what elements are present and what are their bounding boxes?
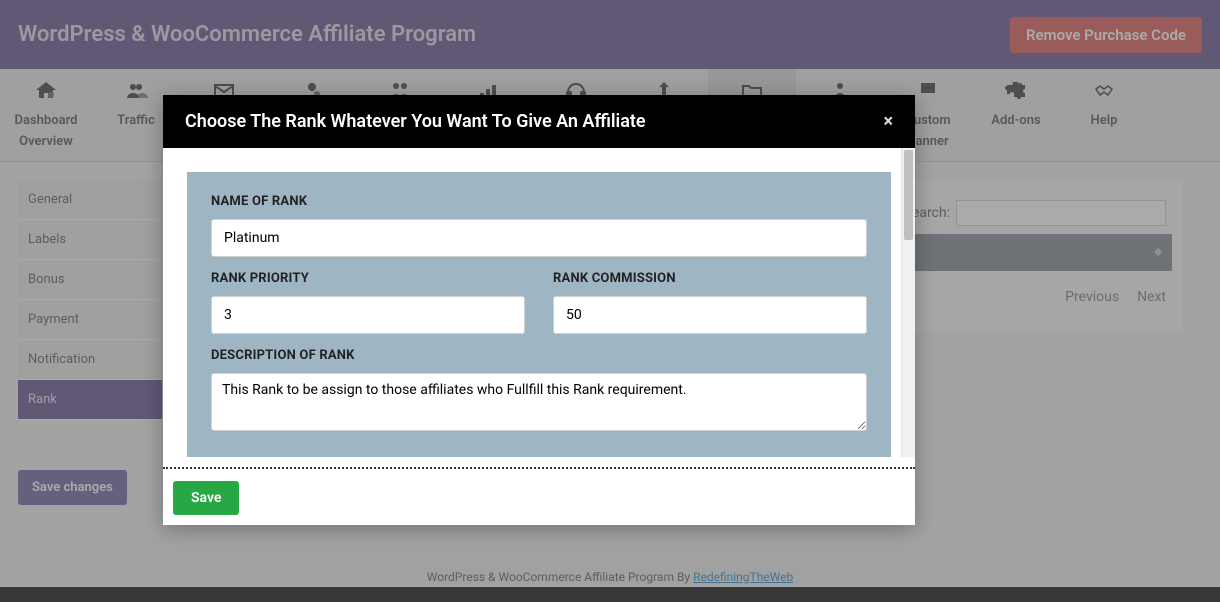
rank-commission-input[interactable] xyxy=(553,296,867,334)
description-textarea[interactable] xyxy=(211,373,867,431)
rank-priority-input[interactable] xyxy=(211,296,525,334)
modal-footer: Save xyxy=(163,469,915,525)
close-icon[interactable]: × xyxy=(883,111,893,132)
modal-header: Choose The Rank Whatever You Want To Giv… xyxy=(163,95,915,148)
name-of-rank-input[interactable] xyxy=(211,219,867,257)
modal-body: NAME OF RANK RANK PRIORITY RANK COMMISSI… xyxy=(163,148,915,457)
modal-scrollbar-thumb[interactable] xyxy=(904,150,913,240)
rank-priority-label: RANK PRIORITY xyxy=(211,271,525,286)
description-label: DESCRIPTION OF RANK xyxy=(211,348,867,363)
rank-commission-label: RANK COMMISSION xyxy=(553,271,867,286)
name-of-rank-label: NAME OF RANK xyxy=(211,194,867,209)
rank-modal: Choose The Rank Whatever You Want To Giv… xyxy=(163,95,915,525)
modal-scrollbar[interactable] xyxy=(901,148,915,457)
modal-title: Choose The Rank Whatever You Want To Giv… xyxy=(185,111,646,132)
save-button[interactable]: Save xyxy=(173,481,239,515)
form-card: NAME OF RANK RANK PRIORITY RANK COMMISSI… xyxy=(187,172,891,457)
